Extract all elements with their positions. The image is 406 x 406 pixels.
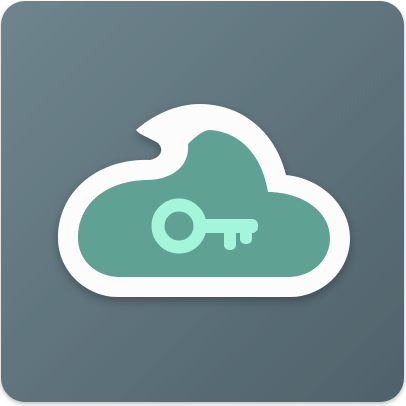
- app-icon[interactable]: [0, 0, 406, 406]
- cloud-key-icon: [1, 1, 404, 402]
